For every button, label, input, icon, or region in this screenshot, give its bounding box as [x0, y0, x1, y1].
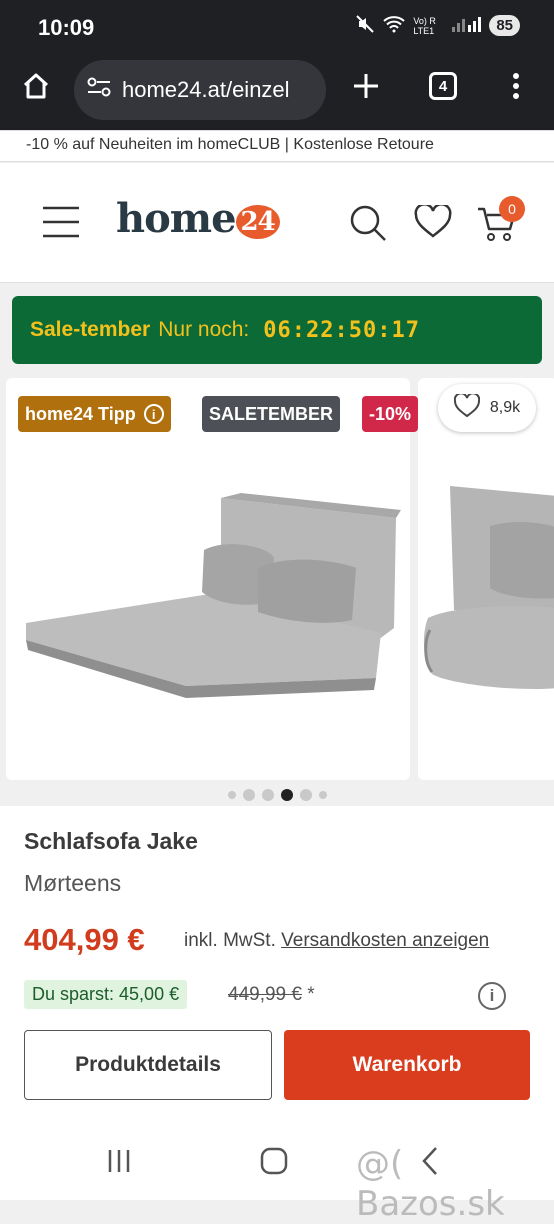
cart-count-badge: 0	[499, 196, 525, 222]
product-image-next[interactable]	[418, 378, 554, 780]
url-text: home24.at/einzel	[122, 77, 290, 102]
signal-icon	[451, 15, 482, 36]
pagination-dot[interactable]	[242, 789, 255, 801]
sale-countdown: 06:22:50:17	[263, 317, 420, 343]
network-label: Vo) R LTE1	[413, 15, 436, 36]
discount-badge: -10%	[362, 396, 419, 432]
saletember-badge: SALETEMBER	[202, 396, 341, 432]
like-count: 8,9k	[489, 399, 521, 416]
site-settings-icon[interactable]	[86, 76, 112, 104]
product-title: Schlafsofa Jake	[24, 828, 198, 854]
mute-icon	[355, 14, 375, 37]
status-time: 10:09	[38, 15, 95, 40]
heart-outline-icon	[453, 391, 481, 423]
home-icon[interactable]	[18, 68, 54, 104]
product-image-main[interactable]	[6, 378, 410, 780]
home24-logo[interactable]: home 24	[116, 195, 280, 242]
sale-countdown-banner[interactable]: Sale-tember Nur noch: 06:22:50:17	[12, 296, 542, 364]
pagination-dot[interactable]	[227, 791, 236, 799]
product-price: 404,99 €	[24, 922, 145, 957]
url-bar[interactable]: home24.at/einzel	[74, 60, 326, 120]
home24-tipp-badge[interactable]: home24 Tipp i	[18, 396, 171, 432]
tipp-label: home24 Tipp	[25, 403, 136, 424]
old-price-note: *	[307, 984, 315, 1005]
product-brand[interactable]: Mørteens	[24, 870, 121, 897]
site-header: home 24 0	[0, 163, 554, 283]
watermark-logo: @( Bazos.sk	[356, 1144, 505, 1224]
status-icons: Vo) R LTE1 85	[355, 14, 520, 37]
vat-info: inkl. MwSt. Versandkosten anzeigen	[184, 930, 489, 952]
browser-toolbar: home24.at/einzel 4	[0, 56, 554, 130]
home-button-icon[interactable]	[260, 1147, 288, 1180]
search-icon[interactable]	[348, 203, 388, 248]
price-info-icon[interactable]: i	[478, 982, 506, 1010]
sale-prefix: Nur noch:	[158, 318, 250, 341]
promo-strip[interactable]: -10 % auf Neuheiten im homeCLUB | Kosten…	[0, 130, 554, 162]
battery-indicator: 85	[489, 15, 520, 36]
old-price: 449,99 € *	[228, 984, 315, 1006]
savings-badge: Du sparst: 45,00 €	[24, 980, 188, 1009]
status-bar: 10:09 Vo) R LTE1 85	[0, 0, 554, 56]
pagination-dot[interactable]	[299, 789, 312, 801]
shipping-costs-link[interactable]: Versandkosten anzeigen	[281, 930, 489, 951]
pagination-dot[interactable]	[280, 789, 293, 801]
tab-count: 4	[429, 72, 457, 100]
logo-number: 24	[235, 205, 280, 239]
pagination-dot[interactable]	[261, 789, 274, 801]
tab-switcher-button[interactable]: 4	[425, 68, 461, 104]
pagination-dot[interactable]	[318, 791, 327, 799]
old-price-value: 449,99 €	[228, 984, 302, 1005]
add-to-cart-button[interactable]: Warenkorb	[284, 1030, 530, 1100]
wishlist-heart-icon[interactable]	[414, 203, 452, 244]
new-tab-icon[interactable]	[348, 68, 384, 104]
product-details-button[interactable]: Produktdetails	[24, 1030, 272, 1100]
gallery-pagination[interactable]	[0, 786, 554, 804]
logo-text: home	[116, 195, 237, 242]
vat-text: inkl. MwSt.	[184, 930, 276, 951]
hamburger-menu-icon[interactable]	[42, 205, 80, 244]
sofa-image-folded	[423, 486, 554, 690]
like-button[interactable]: 8,9k	[438, 384, 536, 432]
info-icon[interactable]: i	[143, 404, 164, 424]
menu-more-icon[interactable]	[498, 68, 534, 104]
recent-apps-icon[interactable]	[106, 1148, 132, 1179]
sale-label: Sale-tember	[30, 318, 151, 341]
product-info-panel: Schlafsofa Jake Mørteens 404,99 € inkl. …	[0, 806, 554, 1126]
sofa-bed-image	[26, 493, 401, 698]
wifi-icon	[383, 15, 405, 36]
